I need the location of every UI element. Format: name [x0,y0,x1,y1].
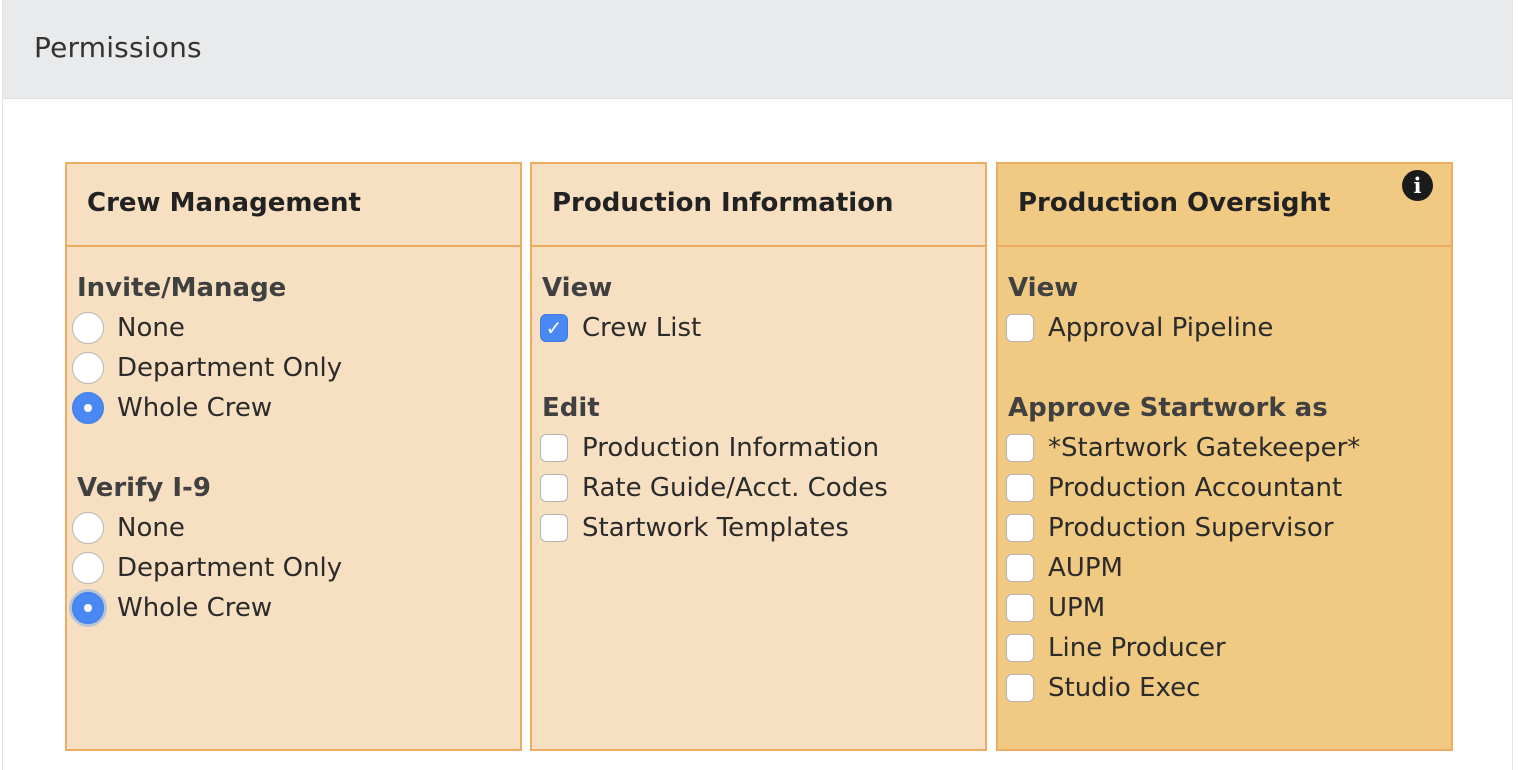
option-label: Production Supervisor [1048,513,1334,543]
option-label: Approval Pipeline [1048,313,1274,343]
group-label-view: View [542,273,613,303]
info-icon[interactable]: i [1402,170,1433,201]
panel-body: Invite/Manage None Department Only Whole… [67,268,520,628]
panel-header: Production Information [532,164,985,247]
checkbox-option-production-information[interactable]: Production Information [532,428,985,468]
checkbox-option-production-supervisor[interactable]: Production Supervisor [998,508,1451,548]
radio-button[interactable] [72,352,104,384]
panel-crew-management: Crew Management Invite/Manage None Depar… [65,162,522,751]
group-label-approve-startwork: Approve Startwork as [1008,393,1328,423]
option-label: Production Accountant [1048,473,1343,503]
option-label: Department Only [117,553,343,583]
panel-title: Crew Management [87,188,361,218]
panel-body: View Approval Pipeline Approve Startwork… [998,268,1451,708]
option-label: Whole Crew [117,593,273,623]
checkbox[interactable] [1006,474,1034,502]
group-label-verify-i9: Verify I-9 [77,473,211,503]
panel-production-oversight: Production Oversight i View Approval Pip… [996,162,1453,751]
option-label: Department Only [117,353,343,383]
checkbox[interactable] [1006,314,1034,342]
group-label-edit: Edit [542,393,600,423]
checkbox-option-crew-list[interactable]: ✓ Crew List [532,308,985,348]
checkbox-option-startwork-templates[interactable]: Startwork Templates [532,508,985,548]
permissions-card: Permissions Crew Management Invite/Manag… [2,0,1513,770]
option-label: None [117,513,185,543]
checkbox-option-aupm[interactable]: AUPM [998,548,1451,588]
radio-button-selected[interactable] [72,592,104,624]
radio-option-invite-none[interactable]: None [67,308,520,348]
checkbox-option-approval-pipeline[interactable]: Approval Pipeline [998,308,1451,348]
radio-button[interactable] [72,512,104,544]
card-header: Permissions [3,0,1512,99]
panel-body: View ✓ Crew List Edit Production Informa… [532,268,985,548]
checkbox-option-studio-exec[interactable]: Studio Exec [998,668,1451,708]
option-label: *Startwork Gatekeeper* [1048,433,1361,463]
page-title: Permissions [34,31,202,64]
panel-header: Crew Management [67,164,520,247]
checkbox-option-line-producer[interactable]: Line Producer [998,628,1451,668]
checkbox[interactable] [1006,594,1034,622]
option-label: Line Producer [1048,633,1226,663]
checkbox[interactable] [1006,554,1034,582]
panel-header: Production Oversight i [998,164,1451,247]
option-label: Rate Guide/Acct. Codes [582,473,888,503]
checkbox[interactable] [1006,674,1034,702]
radio-option-i9-none[interactable]: None [67,508,520,548]
option-label: AUPM [1048,553,1123,583]
radio-button[interactable] [72,312,104,344]
checkbox[interactable] [540,474,568,502]
checkbox[interactable] [540,434,568,462]
radio-option-i9-whole-crew[interactable]: Whole Crew [67,588,520,628]
panel-title: Production Oversight [1018,188,1331,218]
group-label-view: View [1008,273,1079,303]
radio-button[interactable] [72,552,104,584]
checkbox-option-upm[interactable]: UPM [998,588,1451,628]
checkbox[interactable] [1006,634,1034,662]
checkbox[interactable] [1006,514,1034,542]
checkbox-option-startwork-gatekeeper[interactable]: *Startwork Gatekeeper* [998,428,1451,468]
option-label: UPM [1048,593,1106,623]
checkbox-checked[interactable]: ✓ [540,314,568,342]
radio-option-invite-department-only[interactable]: Department Only [67,348,520,388]
panel-production-information: Production Information View ✓ Crew List … [530,162,987,751]
option-label: Studio Exec [1048,673,1201,703]
option-label: None [117,313,185,343]
radio-button-selected[interactable] [72,392,104,424]
checkbox[interactable] [1006,434,1034,462]
group-label-invite-manage: Invite/Manage [77,273,287,303]
option-label: Startwork Templates [582,513,849,543]
panel-title: Production Information [552,188,894,218]
option-label: Production Information [582,433,880,463]
radio-option-invite-whole-crew[interactable]: Whole Crew [67,388,520,428]
checkbox[interactable] [540,514,568,542]
checkbox-option-rate-guide[interactable]: Rate Guide/Acct. Codes [532,468,985,508]
option-label: Crew List [582,313,702,343]
checkbox-option-production-accountant[interactable]: Production Accountant [998,468,1451,508]
radio-option-i9-department-only[interactable]: Department Only [67,548,520,588]
option-label: Whole Crew [117,393,273,423]
